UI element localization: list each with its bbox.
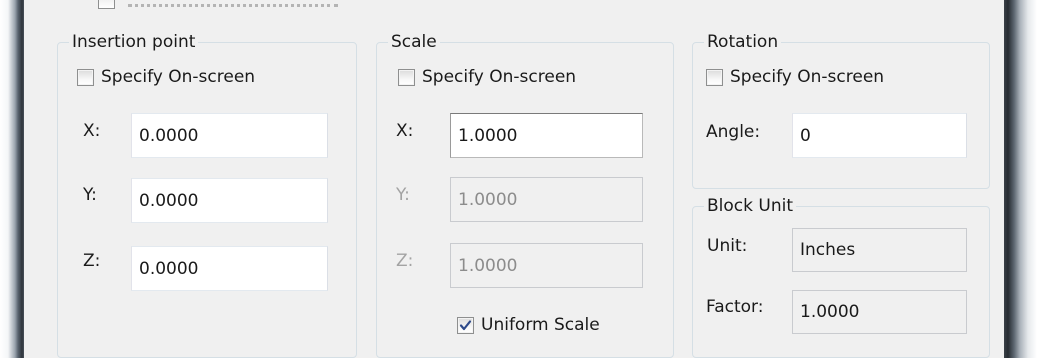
block-unit-factor-value: 1.0000 <box>792 290 967 334</box>
rotation-angle-input[interactable]: 0 <box>792 113 967 158</box>
window-frame-left <box>0 0 24 358</box>
scale-x-label: X: <box>396 121 414 141</box>
scale-y-label: Y: <box>396 185 410 205</box>
rotation-specify-checkbox[interactable] <box>706 68 723 86</box>
window-frame-right <box>1004 0 1037 358</box>
rotation-specify-label: Specify On-screen <box>730 67 885 87</box>
uniform-scale-option[interactable]: Uniform Scale <box>457 313 600 337</box>
insertion-specify-checkbox[interactable] <box>77 68 94 86</box>
cutoff-checkbox[interactable] <box>98 0 115 9</box>
cutoff-checkbox-row <box>84 0 344 10</box>
block-unit-unit-value: Inches <box>792 228 967 272</box>
scale-y-input[interactable]: 1.0000 <box>450 177 643 222</box>
rotation-title: Rotation <box>707 32 779 52</box>
insertion-x-input[interactable]: 0.0000 <box>131 113 328 158</box>
checkmark-icon <box>459 319 472 330</box>
insertion-z-label: Z: <box>83 251 101 271</box>
insertion-specify-label: Specify On-screen <box>101 67 256 87</box>
insertion-z-input[interactable]: 0.0000 <box>131 246 328 291</box>
scale-specify-onscreen[interactable]: Specify On-screen <box>398 65 576 89</box>
scale-specify-checkbox[interactable] <box>398 68 415 86</box>
scale-specify-label: Specify On-screen <box>422 67 577 87</box>
insertion-specify-onscreen[interactable]: Specify On-screen <box>77 65 255 89</box>
rotation-specify-onscreen[interactable]: Specify On-screen <box>706 65 884 89</box>
insertion-y-label: Y: <box>83 185 97 205</box>
rotation-angle-label: Angle: <box>706 122 761 142</box>
block-unit-factor-label: Factor: <box>706 297 764 317</box>
block-unit-title: Block Unit <box>707 196 793 216</box>
insertion-y-input[interactable]: 0.0000 <box>131 178 328 223</box>
scale-title: Scale <box>391 32 437 52</box>
insertion-point-title: Insertion point <box>72 32 196 52</box>
uniform-scale-checkbox[interactable] <box>457 316 474 334</box>
rotation-group: Rotation <box>692 33 990 189</box>
block-unit-unit-label: Unit: <box>707 236 748 256</box>
insert-block-dialog: Insertion point Specify On-screen X: 0.0… <box>24 0 1004 358</box>
scale-z-input[interactable]: 1.0000 <box>450 243 643 288</box>
insertion-x-label: X: <box>83 121 101 141</box>
uniform-scale-label: Uniform Scale <box>481 315 600 335</box>
scale-x-input[interactable]: 1.0000 <box>450 113 643 158</box>
scale-z-label: Z: <box>396 251 414 271</box>
cutoff-label <box>128 0 338 7</box>
